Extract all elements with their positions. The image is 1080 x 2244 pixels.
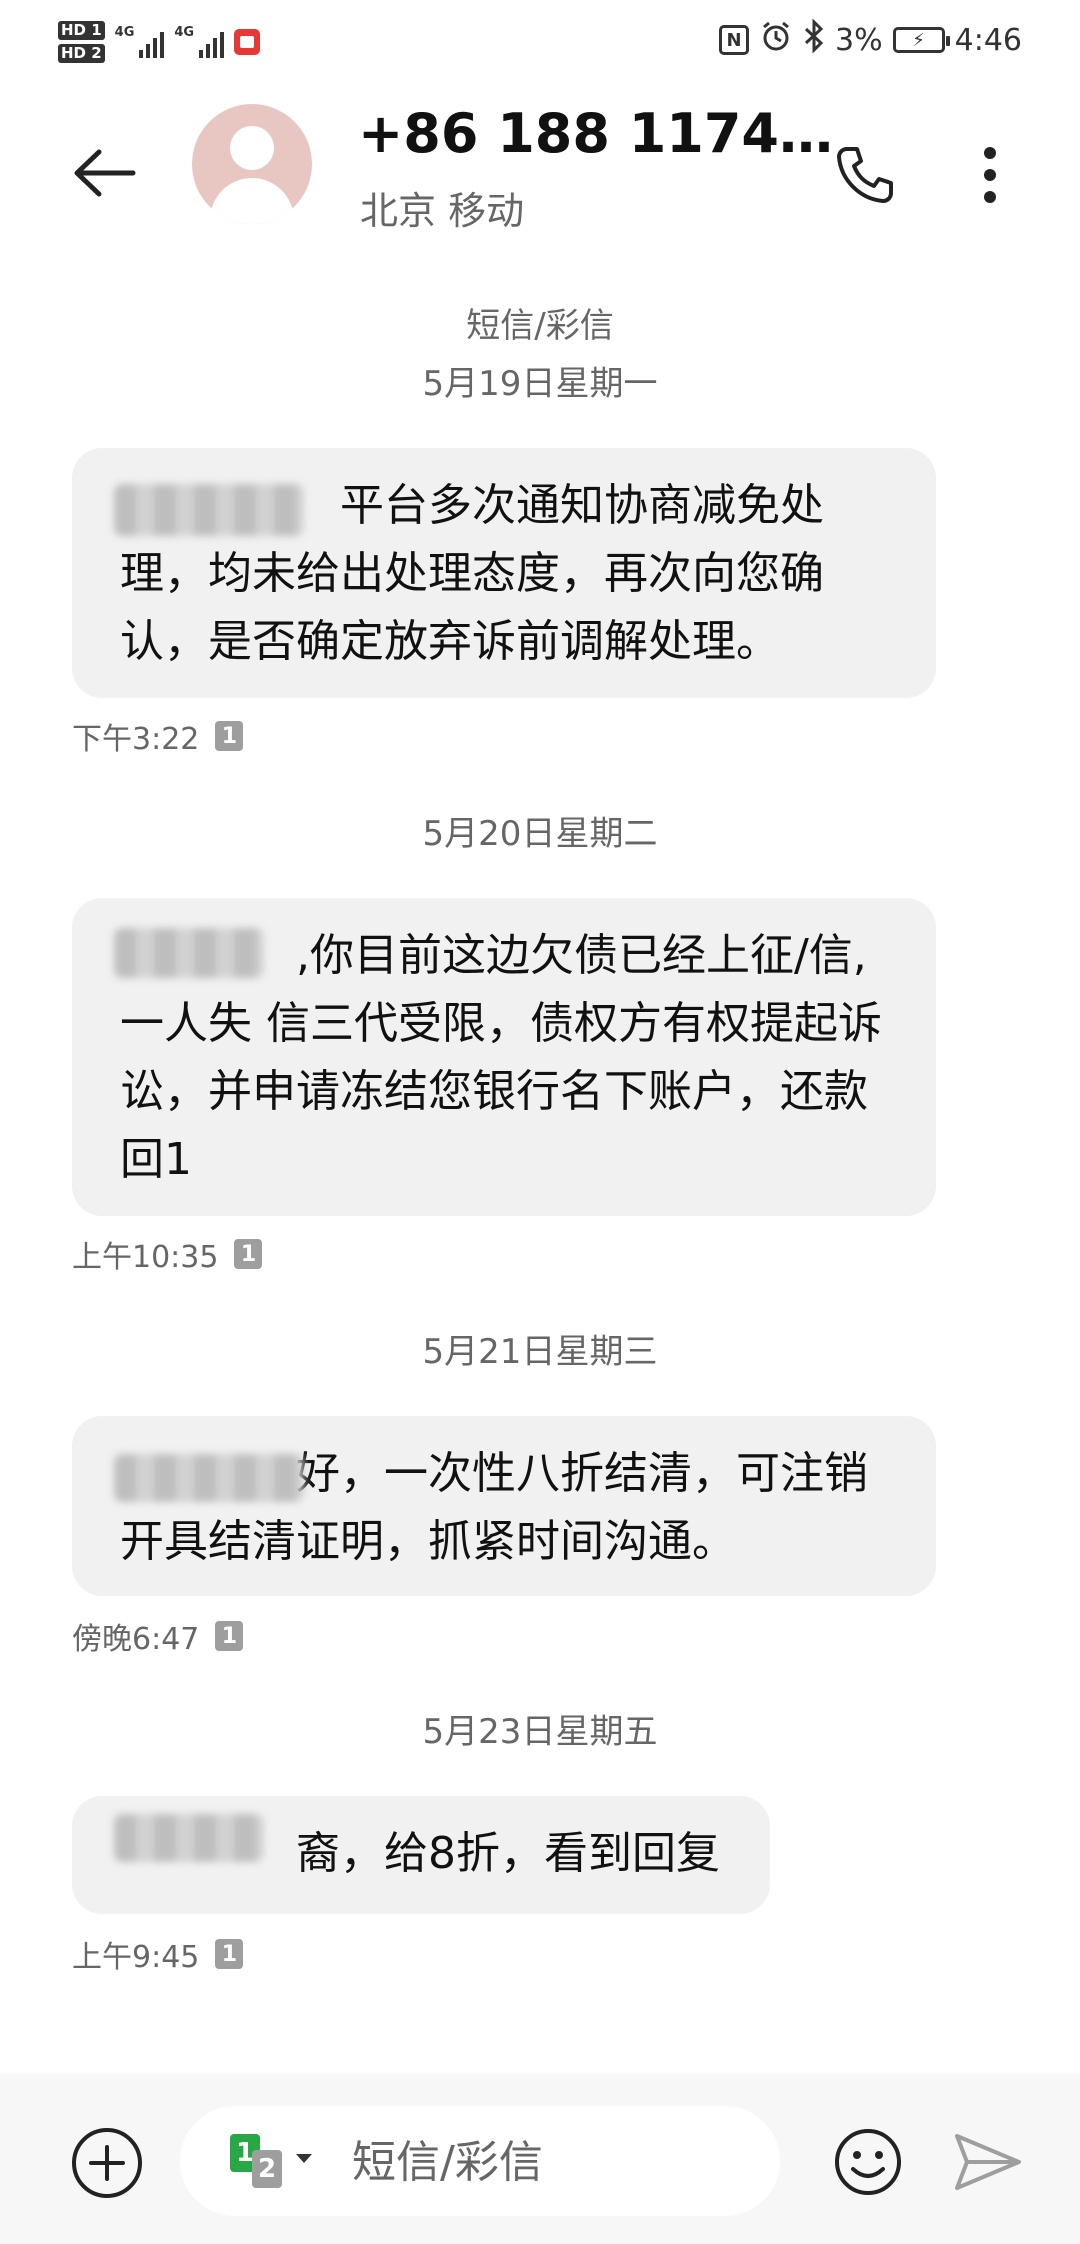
- bluetooth-icon: [803, 18, 825, 61]
- sim-card-icon: 1: [215, 721, 244, 751]
- message-bubble[interactable]: ,你目前这边欠债已经上征/信,一人失 信三代受限，债权方有权提起诉讼，并申请冻结…: [72, 898, 936, 1216]
- phone-icon: [837, 147, 893, 203]
- hd1-badge: HD 1: [58, 21, 105, 40]
- network-type-2: 4G: [174, 25, 195, 40]
- message-time: 下午3:22: [72, 722, 200, 757]
- message-time: 傍晚6:47: [72, 1622, 200, 1657]
- notification-app-icon: [234, 29, 261, 55]
- sim-card-icon: 1: [234, 1239, 263, 1269]
- status-left: HD 1 HD 2 4G 4G: [58, 12, 261, 72]
- arrow-left-icon: [74, 149, 136, 197]
- contact-carrier: 北京 移动: [360, 189, 525, 233]
- message-input-container: 1 2: [180, 2106, 780, 2216]
- message-input[interactable]: [350, 2130, 754, 2194]
- date-separator: 5月23日星期五: [422, 1712, 658, 1752]
- message-meta: 上午9:45 1: [72, 1932, 244, 1976]
- message-meta: 下午3:22 1: [72, 714, 244, 758]
- compose-bar: 1 2: [0, 2074, 1080, 2244]
- battery-charging-icon: ⚡: [892, 27, 950, 53]
- contact-name[interactable]: +86 188 1174…: [358, 102, 833, 165]
- signal-sim2-icon: 4G: [174, 25, 225, 58]
- signal-sim1-icon: 4G: [115, 26, 165, 58]
- smiley-icon: [835, 2129, 901, 2195]
- sim-selector[interactable]: 1 2: [230, 2134, 312, 2190]
- contact-avatar[interactable]: [192, 104, 312, 224]
- clock: 4:46: [954, 22, 1022, 58]
- message-time: 上午10:35: [72, 1240, 219, 1275]
- add-attachment-button[interactable]: [72, 2128, 142, 2198]
- date-separator: 5月21日星期三: [422, 1332, 658, 1372]
- message-meta: 上午10:35 1: [72, 1232, 263, 1276]
- redaction-blur: [114, 1814, 264, 1862]
- more-vertical-icon: [984, 147, 996, 203]
- send-icon: [955, 2134, 1021, 2190]
- sim-card-icon: 1: [215, 1939, 244, 1969]
- chevron-down-icon: [296, 2154, 312, 2163]
- alarm-icon: [759, 19, 793, 61]
- sim-card-icon: 1: [215, 1621, 244, 1651]
- send-button[interactable]: [948, 2122, 1028, 2202]
- back-button[interactable]: [60, 128, 150, 218]
- redaction-blur: [114, 484, 304, 536]
- sim2-icon: 2: [252, 2150, 282, 2188]
- status-bar: HD 1 HD 2 4G 4G N 3% ⚡ 4:46: [0, 0, 1080, 80]
- date-separator: 5月19日星期一: [422, 364, 658, 404]
- message-time: 上午9:45: [72, 1940, 200, 1975]
- hd2-badge: HD 2: [58, 44, 105, 63]
- emoji-button[interactable]: [828, 2122, 908, 2202]
- message-bubble[interactable]: 平台多次通知协商减免处理，均未给出处理态度，再次向您确认，是否确定放弃诉前调解处…: [72, 448, 936, 698]
- more-options-button[interactable]: [950, 130, 1030, 220]
- message-bubble[interactable]: 裔，给8折，看到回复: [72, 1796, 770, 1914]
- date-separator: 5月20日星期二: [422, 814, 658, 854]
- conversation-header: +86 188 1174… 北京 移动: [0, 80, 1080, 260]
- redaction-blur: [114, 928, 264, 978]
- service-type-label: 短信/彩信: [466, 306, 614, 346]
- nfc-icon: N: [719, 25, 750, 55]
- plus-icon: [89, 2145, 125, 2181]
- redaction-blur: [114, 1454, 304, 1502]
- hd-indicators: HD 1 HD 2: [58, 21, 105, 63]
- call-button[interactable]: [820, 130, 910, 220]
- network-type-1: 4G: [114, 25, 135, 40]
- message-meta: 傍晚6:47 1: [72, 1614, 244, 1658]
- battery-percent: 3%: [835, 22, 883, 58]
- message-bubble[interactable]: 好，一次性八折结清，可注销开具结清证明，抓紧时间沟通。: [72, 1416, 936, 1596]
- status-right: N 3% ⚡ 4:46: [719, 14, 1022, 66]
